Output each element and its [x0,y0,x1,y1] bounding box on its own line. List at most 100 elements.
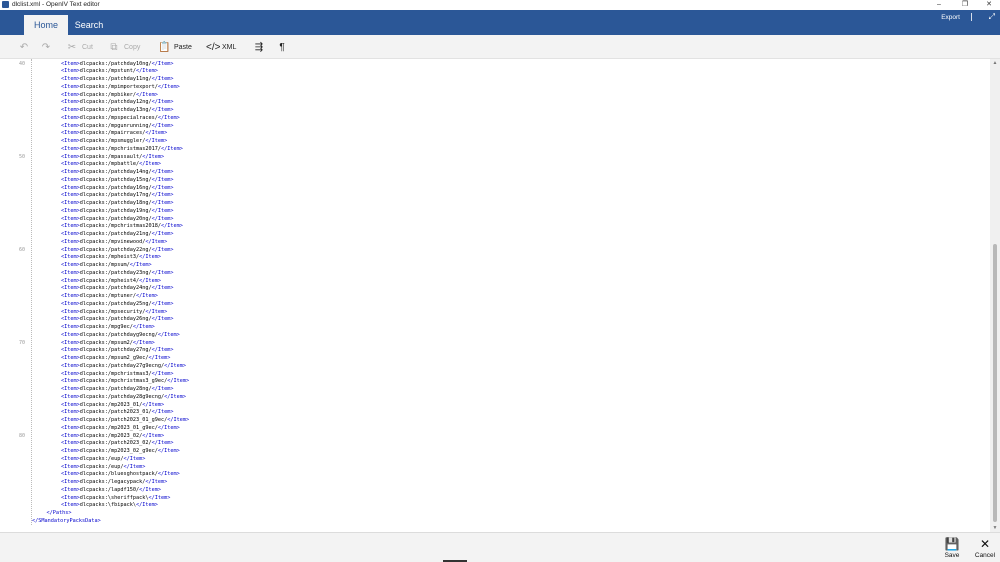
code-line: <Item>dlcpacks:/patchday12ng/</Item> [61,99,173,107]
item-path: dlcpacks:/mpheist4/ [79,277,140,284]
expand-icon[interactable]: ⤢ [989,12,995,22]
cancel-icon: ✕ [979,537,991,551]
text-editor[interactable]: 40 50 60 70 80 <Item>dlcpacks:/patchday10ng/… [0,59,1000,532]
item-path: dlcpacks:/mpairraces/ [79,130,146,137]
cancel-button[interactable]: ✕ Cancel [972,537,998,561]
xml-close-tag: </Item> [151,269,174,276]
xml-label: XML [222,43,237,51]
code-line: <Item>dlcpacks:/legacypack/</Item> [61,479,167,487]
xml-close-tag: </Item> [151,285,174,292]
xml-close-tag: </Item> [142,432,165,439]
cut-button[interactable]: ✂ Cut [66,39,93,55]
xml-open-tag: <Item> [61,409,80,416]
code-line: <Item>dlcpacks:/mpg9ec/</Item> [61,324,155,332]
xml-tag-name: Paths [52,510,69,516]
xml-open-tag: <Item> [61,455,80,462]
scroll-down-icon[interactable]: ▼ [990,524,1000,532]
code-area[interactable]: <Item>dlcpacks:/patchday10ng/</Item> <Ite… [32,59,990,532]
xml-open-tag: <Item> [61,486,80,493]
save-button[interactable]: 💾 Save [939,537,965,561]
xml-close-tag: </Item> [151,440,174,447]
xml-open-tag: <Item> [61,161,80,168]
xml-close-tag: </Item> [135,293,158,299]
item-path: dlcpacks:/patch2023_01/ [79,409,152,416]
xml-open-tag: <Item> [61,347,80,354]
xml-open-tag: <Item> [61,355,80,361]
item-path: dlcpacks:/mpsum2/ [79,339,133,346]
item-path: dlcpacks:/patchday14ng/ [79,169,152,175]
xml-close-tag: </Item> [151,246,174,253]
code-line: <Item>dlcpacks:/mpchristmas2017/</Item> [61,146,183,154]
redo-button[interactable]: ↷ [40,39,56,55]
xml-button[interactable]: </> XML [206,39,236,55]
item-path: dlcpacks:/patchday13ng/ [79,107,152,113]
xml-open-tag: <Item> [61,370,80,377]
export-button[interactable]: Export [941,14,960,21]
tab-search[interactable]: Search [70,15,108,35]
scissors-icon: ✂ [67,41,77,53]
paste-button[interactable]: 📋 Paste [158,39,192,55]
xml-open-tag: <Item> [61,83,80,90]
code-line: <Item>dlcpacks:/mp2023_02/</Item> [61,433,164,441]
code-line: <Item>dlcpacks:/mpsum2/</Item> [61,340,155,348]
code-line: <Item>dlcpacks:/patchday14ng/</Item> [61,169,173,177]
code-line: <Item>dlcpacks:/patchday28g9ecng/</Item> [61,394,186,402]
undo-icon: ↶ [19,41,29,53]
cut-label: Cut [82,43,93,51]
show-whitespace-button[interactable]: ¶ [276,39,292,55]
toolbar: ↶ ↷ ✂ Cut ⧉ Copy 📋 Paste </> XML ⇶ ¶ [0,35,1000,59]
line-number: 40 [18,60,25,67]
code-line: <Item>dlcpacks:/lapdf150/</Item> [61,487,161,495]
item-path: dlcpacks:/patchday25ng/ [79,300,152,307]
code-line: <Item>dlcpacks:/patchday28ng/</Item> [61,386,173,394]
code-line: <Item>dlcpacks:/patchday22ng/</Item> [61,247,173,255]
item-path: dlcpacks:/eup/ [79,463,124,470]
xml-open-tag: <Item> [61,386,80,392]
item-path: dlcpacks:/mpsecurity/ [79,308,146,315]
xml-close-tag: </Item> [151,169,174,175]
scrollbar-thumb[interactable] [993,244,997,522]
scroll-up-icon[interactable]: ▲ [990,59,1000,67]
restore-button[interactable]: ❐ [954,0,976,10]
code-line: <Item>dlcpacks:\sheriffpack\</Item> [61,495,170,503]
vertical-scrollbar[interactable]: ▲ ▼ [990,59,1000,532]
code-line: <Item>dlcpacks:/eup/</Item> [61,456,145,464]
ribbon-separator [971,13,972,21]
xml-close-tag: </Item> [139,161,161,168]
xml-close-tag: </Item> [151,107,174,113]
code-line: <Item>dlcpacks:/patchday18ng/</Item> [61,200,173,208]
item-path: dlcpacks:/mpheist3/ [79,254,140,261]
xml-close-tag: </Item> [145,238,168,245]
item-path: dlcpacks:/patchday19ng/ [79,207,152,214]
xml-close-tag: </Item> [151,122,174,129]
code-line: <Item>dlcpacks:/patchday21ng/</Item> [61,231,173,239]
xml-close-tag: </Item> [139,254,161,261]
window-title: dlclist.xml - OpenIV Text editor [12,1,100,8]
xml-close-tag: </Item> [145,308,168,315]
xml-open-tag: <Item> [61,122,80,129]
xml-open-tag: <Item> [61,200,80,206]
xml-open-tag: <Item> [61,300,80,307]
xml-open-tag: <Item> [61,169,80,175]
minimize-button[interactable]: – [928,0,950,10]
tab-home[interactable]: Home [24,15,68,35]
code-line: <Item>dlcpacks:/patchday27ng/</Item> [61,347,173,355]
xml-open-tag: <Item> [61,76,80,82]
line-number: 70 [18,339,25,346]
xml-open-tag: <Item> [61,293,80,299]
code-line: <Item>dlcpacks:/mp2023_01_g9ec/</Item> [61,425,180,433]
close-window-button[interactable]: ✕ [978,0,1000,10]
xml-tag-name: SMandatoryPacksData [38,517,98,524]
copy-button[interactable]: ⧉ Copy [108,39,140,55]
word-wrap-button[interactable]: ⇶ [253,39,269,55]
xml-close-tag: </Item> [123,455,146,462]
code-line: <Item>dlcpacks:/mpimportexport/</Item> [61,84,180,92]
xml-open-tag: <Item> [61,207,80,214]
item-path: dlcpacks:/mpchristmas2017/ [79,145,161,152]
item-path: dlcpacks:/patchday10ng/ [79,60,152,67]
xml-tag: > [97,517,101,524]
title-bar: dlclist.xml - OpenIV Text editor – ❐ ✕ [0,0,1000,10]
xml-open-tag: <Item> [61,378,80,385]
undo-button[interactable]: ↶ [18,39,34,55]
item-path: dlcpacks:/mpbattle/ [79,161,140,168]
